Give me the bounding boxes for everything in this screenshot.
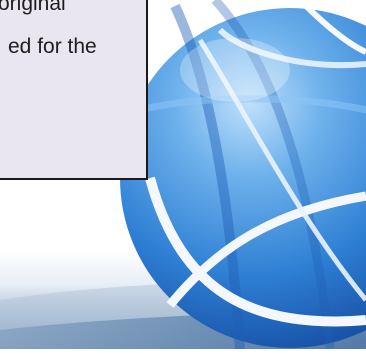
- callout-line-1: original: [0, 0, 66, 15]
- text-callout-box: original ed for the: [0, 0, 148, 180]
- scene: original ed for the: [0, 0, 366, 350]
- callout-line-2: ed for the: [8, 35, 97, 58]
